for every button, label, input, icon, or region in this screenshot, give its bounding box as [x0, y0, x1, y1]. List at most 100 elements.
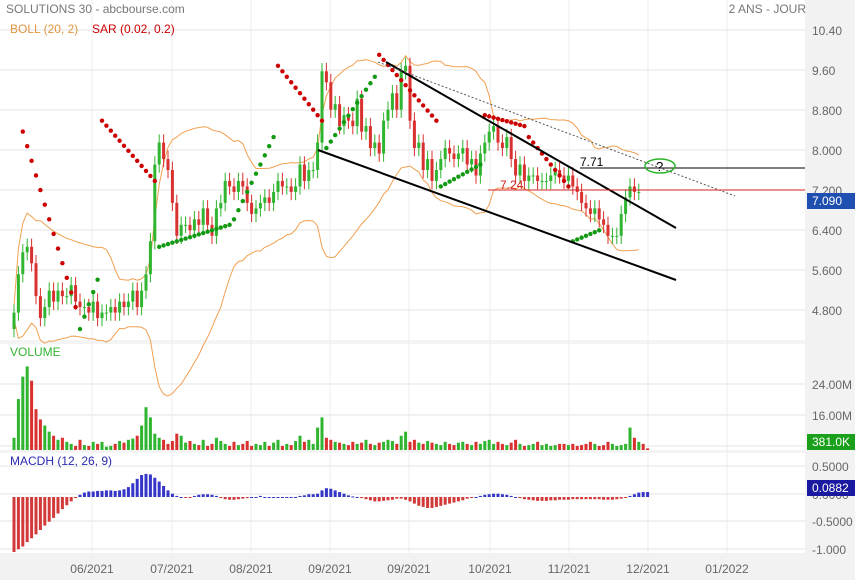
- sar-dot: [152, 178, 157, 184]
- sar-dot: [434, 118, 439, 123]
- candle-body: [465, 148, 469, 165]
- sar-dot: [509, 120, 514, 125]
- volume-bar: [364, 439, 368, 450]
- macd-bar: [624, 497, 628, 498]
- macd-tick: -0.5000: [812, 515, 853, 529]
- volume-bar: [399, 435, 403, 450]
- macd-bar: [126, 487, 130, 497]
- candle-body: [96, 301, 100, 319]
- candle-body: [329, 82, 333, 110]
- sar-dot: [227, 222, 232, 228]
- volume-bar: [250, 445, 254, 450]
- volume-bar: [56, 439, 60, 450]
- macd-bar: [241, 497, 245, 499]
- candle-body: [368, 126, 372, 149]
- sar-dot: [526, 134, 531, 140]
- macd-bar: [34, 497, 38, 535]
- sar-dot: [86, 302, 92, 307]
- volume-bar: [329, 439, 333, 450]
- volume-bar: [373, 445, 377, 450]
- candle-body: [470, 159, 474, 165]
- volume-bar: [610, 443, 614, 450]
- sar-dot: [429, 113, 435, 118]
- sar-dot: [372, 74, 377, 79]
- sar-dot: [473, 164, 479, 170]
- annotation-771: 7.71: [580, 155, 604, 169]
- volume-bar: [201, 439, 205, 450]
- candle-body: [197, 219, 201, 225]
- candle-body: [276, 180, 280, 192]
- candle-body: [214, 208, 218, 236]
- candle-body: [109, 307, 113, 313]
- candle-body: [606, 224, 610, 236]
- candle-body: [131, 290, 135, 302]
- volume-bar: [412, 439, 416, 450]
- macd-bar: [377, 497, 381, 502]
- macd-bar: [170, 493, 174, 497]
- macd-bar: [597, 497, 601, 500]
- candle-body: [254, 208, 258, 214]
- macd-bar: [329, 488, 333, 497]
- macd-bar: [575, 497, 579, 500]
- macd-bar: [456, 497, 460, 502]
- boll-legend: BOLL (20, 2): [10, 22, 78, 36]
- candle-body: [25, 246, 29, 253]
- volume-bar: [417, 442, 421, 450]
- macd-bar: [43, 497, 47, 526]
- candle-body: [184, 224, 188, 226]
- macd-bar: [426, 497, 430, 508]
- candle-body: [518, 164, 522, 176]
- volume-bar: [320, 417, 324, 450]
- macd-bar: [540, 497, 544, 501]
- sar-dot: [249, 180, 254, 185]
- macd-bar: [351, 496, 355, 498]
- sar-dot: [179, 237, 184, 243]
- candle-body: [430, 159, 434, 181]
- candle-body: [157, 142, 161, 165]
- macd-tick: 0.5000: [812, 460, 849, 474]
- volume-bar: [236, 445, 240, 450]
- candle-body: [236, 180, 240, 192]
- volume-tick: 16.00M: [812, 409, 852, 423]
- volume-bar: [263, 441, 267, 450]
- candle-body: [21, 252, 25, 275]
- macd-bar: [280, 497, 284, 498]
- macd-bar: [566, 497, 570, 500]
- candle-body: [426, 159, 430, 170]
- sar-dot: [82, 314, 87, 319]
- candle-body: [610, 235, 614, 237]
- volume-bar: [470, 445, 474, 450]
- volume-bar: [641, 443, 645, 450]
- macd-bar: [588, 497, 592, 500]
- macd-bar: [408, 497, 412, 502]
- macd-bar: [531, 497, 535, 501]
- volume-bar: [500, 443, 504, 450]
- sar-dot: [346, 113, 351, 118]
- macd-bar: [549, 497, 553, 501]
- sar-dot: [51, 231, 56, 237]
- macd-bar: [307, 494, 311, 497]
- sar-dot: [38, 187, 43, 193]
- volume-bar: [377, 442, 381, 450]
- sar-dot: [456, 174, 461, 179]
- candle-body: [144, 274, 148, 291]
- candle-body: [280, 180, 284, 187]
- volume-bar: [456, 442, 460, 450]
- macd-bar: [421, 497, 425, 507]
- macd-bar: [232, 497, 236, 500]
- sar-dot: [478, 162, 483, 167]
- sar-dot: [214, 226, 219, 232]
- macd-bar: [25, 497, 29, 543]
- macd-bar: [412, 497, 416, 504]
- volume-bar: [219, 441, 223, 450]
- sar-dot: [491, 115, 496, 120]
- volume-bar: [602, 445, 606, 450]
- macd-bar: [272, 497, 276, 498]
- volume-bar: [65, 441, 69, 450]
- price-tick: 8.800: [812, 104, 842, 118]
- candle-body: [395, 93, 399, 110]
- volume-bar: [531, 443, 535, 450]
- volume-bar: [390, 441, 394, 450]
- macd-bar: [452, 497, 456, 503]
- candle-body: [390, 93, 394, 110]
